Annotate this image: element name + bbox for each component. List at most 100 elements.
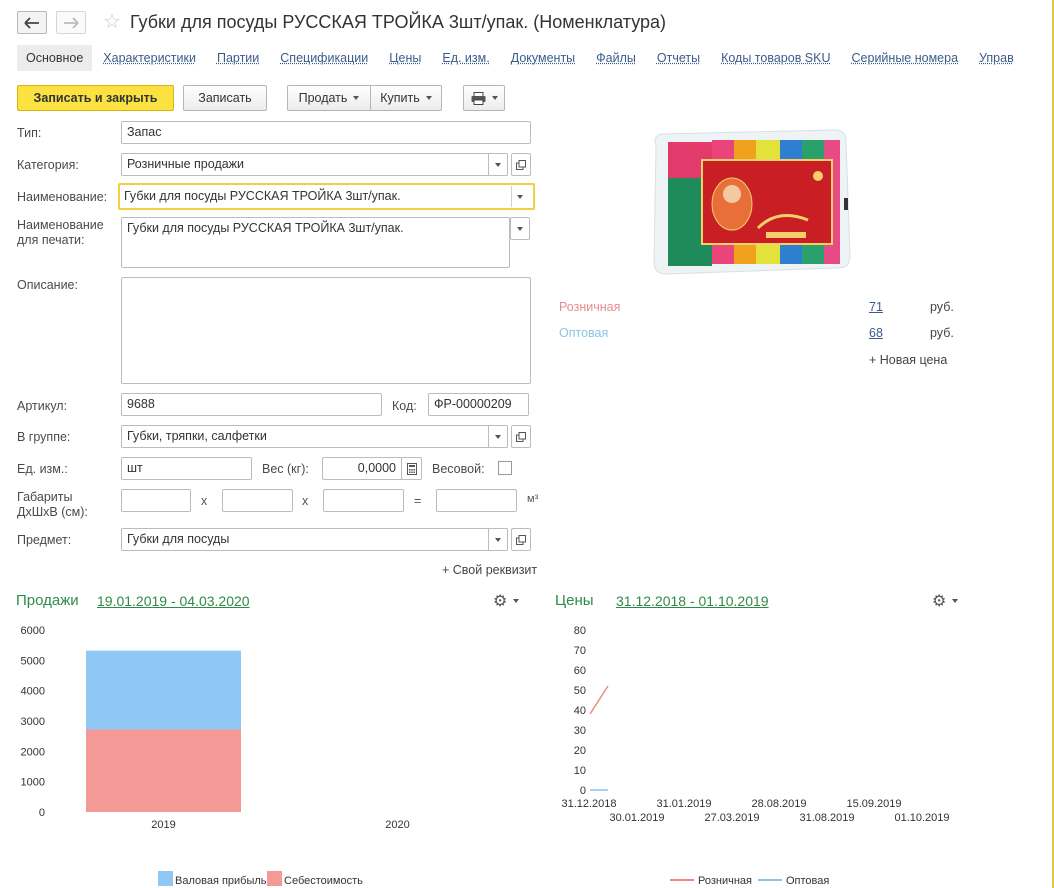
prices-settings-button[interactable]: ⚙ [932, 591, 959, 611]
print-name-dropdown-button[interactable] [510, 217, 530, 240]
retail-price-label: Розничная [559, 300, 621, 314]
tab-5[interactable]: Ед. изм. [442, 51, 489, 65]
sell-button-label: Продать [298, 91, 348, 105]
prices-x-tick-bottom: 30.01.2019 [609, 812, 664, 824]
tab-3[interactable]: Спецификации [280, 51, 368, 65]
chevron-down-icon [495, 434, 501, 439]
sales-y-tick: 4000 [21, 686, 45, 698]
prices-y-tick: 10 [574, 765, 586, 777]
chevron-down-icon [495, 537, 501, 542]
wholesale-price-value[interactable]: 68 [869, 326, 883, 340]
wholesale-price-currency: руб. [930, 326, 954, 340]
print-name-field[interactable]: Губки для посуды РУССКАЯ ТРОЙКА 3шт/упак… [121, 217, 510, 268]
sales-period-link[interactable]: 19.01.2019 - 04.03.2020 [97, 593, 250, 609]
subject-field[interactable]: Губки для посуды [121, 528, 489, 551]
new-price-link[interactable]: + Новая цена [869, 353, 947, 367]
open-form-icon [516, 159, 526, 170]
width-field[interactable] [222, 489, 293, 512]
sales-bar-0-0[interactable] [86, 729, 241, 812]
dims-separator-eq: = [414, 494, 422, 508]
open-form-icon [516, 534, 526, 545]
prices-y-tick: 50 [574, 685, 586, 697]
product-image[interactable] [648, 128, 854, 278]
dims-label-2: ДхШхВ (см): [17, 505, 88, 519]
sales-legend-label: Себестоимость [284, 875, 363, 887]
tab-2[interactable]: Партии [217, 51, 259, 65]
save-button[interactable]: Записать [183, 85, 267, 111]
prices-y-tick: 80 [574, 625, 586, 637]
prices-y-tick: 40 [574, 705, 586, 717]
type-label: Тип: [17, 126, 42, 140]
group-dropdown-button[interactable] [488, 425, 508, 448]
wholesale-price-label: Оптовая [559, 326, 609, 340]
add-custom-attribute-link[interactable]: + Свой реквизит [442, 563, 537, 577]
volume-field[interactable] [436, 489, 517, 512]
sales-title: Продажи [16, 592, 79, 609]
back-button[interactable] [17, 11, 47, 34]
prices-x-tick-bottom: 31.08.2019 [799, 812, 854, 824]
category-open-button[interactable] [511, 153, 531, 176]
name-dropdown-button[interactable] [514, 192, 526, 202]
category-dropdown-button[interactable] [488, 153, 508, 176]
save-and-close-button[interactable]: Записать и закрыть [17, 85, 174, 111]
retail-price-value[interactable]: 71 [869, 300, 883, 314]
sales-settings-button[interactable]: ⚙ [493, 591, 520, 611]
name-field[interactable]: Губки для посуды РУССКАЯ ТРОЙКА 3шт/упак… [118, 183, 535, 210]
chevron-down-icon [495, 162, 501, 167]
tab-7[interactable]: Файлы [596, 51, 636, 65]
subject-label: Предмет: [17, 533, 72, 547]
description-field[interactable] [121, 277, 531, 384]
sales-x-tick: 2019 [151, 819, 175, 831]
prices-history-title: Цены [555, 592, 594, 609]
buy-button[interactable]: Купить [370, 85, 442, 111]
prices-chart: 80 70 60 50 40 30 20 10 031.12.2018 31.01.2019 28.… [561, 625, 949, 887]
print-button[interactable] [463, 85, 505, 111]
open-form-icon [516, 431, 526, 442]
sales-y-tick: 5000 [21, 655, 45, 667]
sell-button[interactable]: Продать [287, 85, 371, 111]
tab-6[interactable]: Документы [511, 51, 575, 65]
weight-field[interactable]: 0,0000 [322, 457, 402, 480]
prices-series-line-0[interactable] [589, 685, 609, 715]
buy-button-label: Купить [380, 91, 420, 105]
unit-label: Ед. изм.: [17, 462, 68, 476]
prices-history-period-link[interactable]: 31.12.2018 - 01.10.2019 [616, 593, 769, 609]
dims-label-1: Габариты [17, 490, 73, 504]
prices-legend-label: Розничная [698, 875, 752, 887]
tab-0[interactable]: Основное [17, 45, 93, 71]
page-title: Губки для посуды РУССКАЯ ТРОЙКА 3шт/упак… [130, 12, 667, 32]
code-field[interactable]: ФР-00000209 [428, 393, 529, 416]
tab-9[interactable]: Коды товаров SKU [721, 51, 830, 65]
height-field[interactable] [323, 489, 404, 512]
unit-field[interactable]: шт [121, 457, 252, 480]
star-icon[interactable]: ☆ [103, 10, 121, 34]
sales-bar-1-0[interactable] [86, 650, 241, 730]
print-name-label-2: для печати: [17, 233, 85, 247]
group-label: В группе: [17, 430, 71, 444]
article-field[interactable]: 9688 [121, 393, 382, 416]
category-label: Категория: [17, 158, 79, 172]
tab-8[interactable]: Отчеты [657, 51, 700, 65]
code-label: Код: [392, 399, 417, 413]
length-field[interactable] [121, 489, 191, 512]
tab-4[interactable]: Цены [389, 51, 421, 65]
weight-calculator-button[interactable] [401, 457, 422, 480]
group-field[interactable]: Губки, тряпки, салфетки [121, 425, 489, 448]
prices-x-tick-bottom: 01.10.2019 [894, 812, 949, 824]
type-field[interactable]: Запас [121, 121, 531, 144]
sales-chart: 6000 5000 4000 3000 2000 1000 0 2019 2020 Валовая… [21, 625, 410, 887]
subject-open-button[interactable] [511, 528, 531, 551]
sales-y-tick: 1000 [21, 777, 45, 789]
prices-y-tick: 70 [574, 645, 586, 657]
sales-legend-label: Валовая прибыль [175, 875, 267, 887]
category-field[interactable]: Розничные продажи [121, 153, 489, 176]
sales-x-tick: 2020 [385, 819, 409, 831]
group-open-button[interactable] [511, 425, 531, 448]
subject-dropdown-button[interactable] [488, 528, 508, 551]
tab-11[interactable]: Управ [979, 51, 1014, 65]
forward-button[interactable] [56, 11, 86, 34]
prices-x-tick-top: 31.12.2018 [561, 798, 616, 810]
tab-1[interactable]: Характеристики [103, 51, 196, 65]
tab-10[interactable]: Серийные номера [852, 51, 959, 65]
weighted-checkbox[interactable] [498, 461, 512, 475]
